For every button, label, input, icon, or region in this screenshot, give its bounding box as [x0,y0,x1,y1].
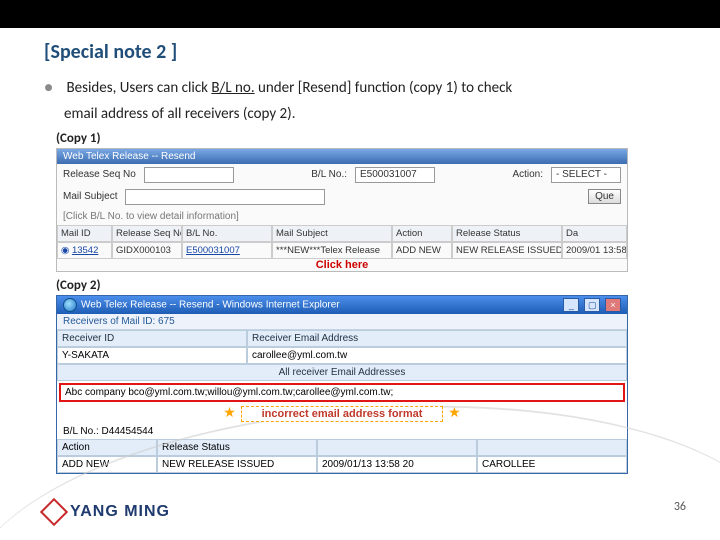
mail-subject-input[interactable] [125,189,325,205]
receivers-caption: Receivers of Mail ID: 675 [57,314,627,330]
cell-date: 2009/01 13:58:2 [562,242,627,259]
g3-date: 2009/01/13 13:58 20 [317,456,477,473]
col-action: Action [392,225,452,242]
highlight-box: Abc company bco@yml.com.tw;willou@yml.co… [59,383,625,402]
cell-receiver-email: carollee@yml.com.tw [247,347,627,364]
action-label: Action: [512,169,543,180]
ie-icon [63,298,77,312]
star-icon: ★ [446,404,463,420]
close-button[interactable]: × [605,298,621,312]
warning-text: incorrect email address format [241,406,444,422]
mail-subject-label: Mail Subject [63,191,117,202]
blno-label: B/L No.: [311,169,347,180]
col-mail-subject: Mail Subject [272,225,392,242]
bullet-1: Besides, Users can click B/L no. under [… [44,78,680,98]
release-seq-label: Release Seq No [63,169,136,180]
copy1-grid-row: ◉ 13542 GIDX000103 E500031007 ***NEW***T… [57,242,627,259]
col-mail-id: Mail ID [57,225,112,242]
copy1-header: Web Telex Release -- Resend [57,149,627,164]
copy2-label: (Copy 2) [56,278,680,293]
copy1-label: (Copy 1) [56,131,680,146]
click-here-callout: Click here [57,259,627,271]
copy1-screenshot: Web Telex Release -- Resend Release Seq … [56,148,628,272]
all-addr-value: Abc company bco@yml.com.tw;willou@yml.co… [61,385,623,400]
brand-logo: YANG MING [44,502,170,522]
star-icon: ★ [221,404,238,420]
logo-icon [40,498,68,526]
g3-col-empty2 [477,439,627,456]
top-blackbar [0,0,720,28]
col-blno: B/L No. [182,225,272,242]
slide-title: [Special note 2 ] [44,40,680,64]
copy1-grid-header: Mail ID Release Seq No. B/L No. Mail Sub… [57,225,627,242]
minimize-button[interactable]: _ [563,298,579,312]
cell-seq: GIDX000103 [112,242,182,259]
g3-col-status: Release Status [157,439,317,456]
grid3-header: Action Release Status [57,439,627,456]
bullet-text-pre: Besides, Users can click [66,79,211,97]
slide-body: [Special note 2 ] Besides, Users can cli… [44,32,680,474]
bullet-text-post1: under [Resend] function (copy 1) to chec… [255,79,513,97]
click-hint: [Click B/L No. to view detail informatio… [63,211,239,222]
all-addr-label: All receiver Email Addresses [57,364,627,381]
bullet-line2: email address of all receivers (copy 2). [64,104,680,124]
maximize-button[interactable]: ▢ [584,298,600,312]
bl-no-link: B/L no. [211,79,254,97]
g3-user: CAROLLEE [477,456,627,473]
cell-action: ADD NEW [392,242,452,259]
brand-text: YANG MING [70,503,170,521]
window-title: Web Telex Release -- Resend - Windows In… [81,299,340,310]
window-titlebar: Web Telex Release -- Resend - Windows In… [57,296,627,314]
col-release-status: Release Status [452,225,562,242]
page-number: 36 [674,500,686,514]
warning-callout: ★ incorrect email address format ★ [57,404,627,424]
copy2-window: Web Telex Release -- Resend - Windows In… [56,295,628,474]
g3-status: NEW RELEASE ISSUED [157,456,317,473]
grid3-row: ADD NEW NEW RELEASE ISSUED 2009/01/13 13… [57,456,627,473]
col-release-seq: Release Seq No. [112,225,182,242]
g3-action: ADD NEW [57,456,157,473]
query-button[interactable]: Que [588,189,621,204]
col-receiver-email: Receiver Email Address [247,330,627,347]
blno-line: B/L No.: D44454544 [57,424,627,439]
cell-subject: ***NEW***Telex Release [272,242,392,259]
grid2-row: Y-SAKATA carollee@yml.com.tw [57,347,627,364]
release-seq-input[interactable] [144,167,234,183]
blno-input[interactable]: E500031007 [355,167,435,183]
cell-blno: E500031007 [182,242,272,259]
col-receiver-id: Receiver ID [57,330,247,347]
g3-col-action: Action [57,439,157,456]
g3-col-empty1 [317,439,477,456]
cell-receiver-id: Y-SAKATA [57,347,247,364]
action-select[interactable]: - SELECT - [551,167,621,183]
grid2-header: Receiver ID Receiver Email Address [57,330,627,347]
all-addr-header: All receiver Email Addresses [57,364,627,381]
cell-status: NEW RELEASE ISSUED [452,242,562,259]
col-date: Da [562,225,627,242]
cell-mail-id: ◉ 13542 [57,242,112,259]
